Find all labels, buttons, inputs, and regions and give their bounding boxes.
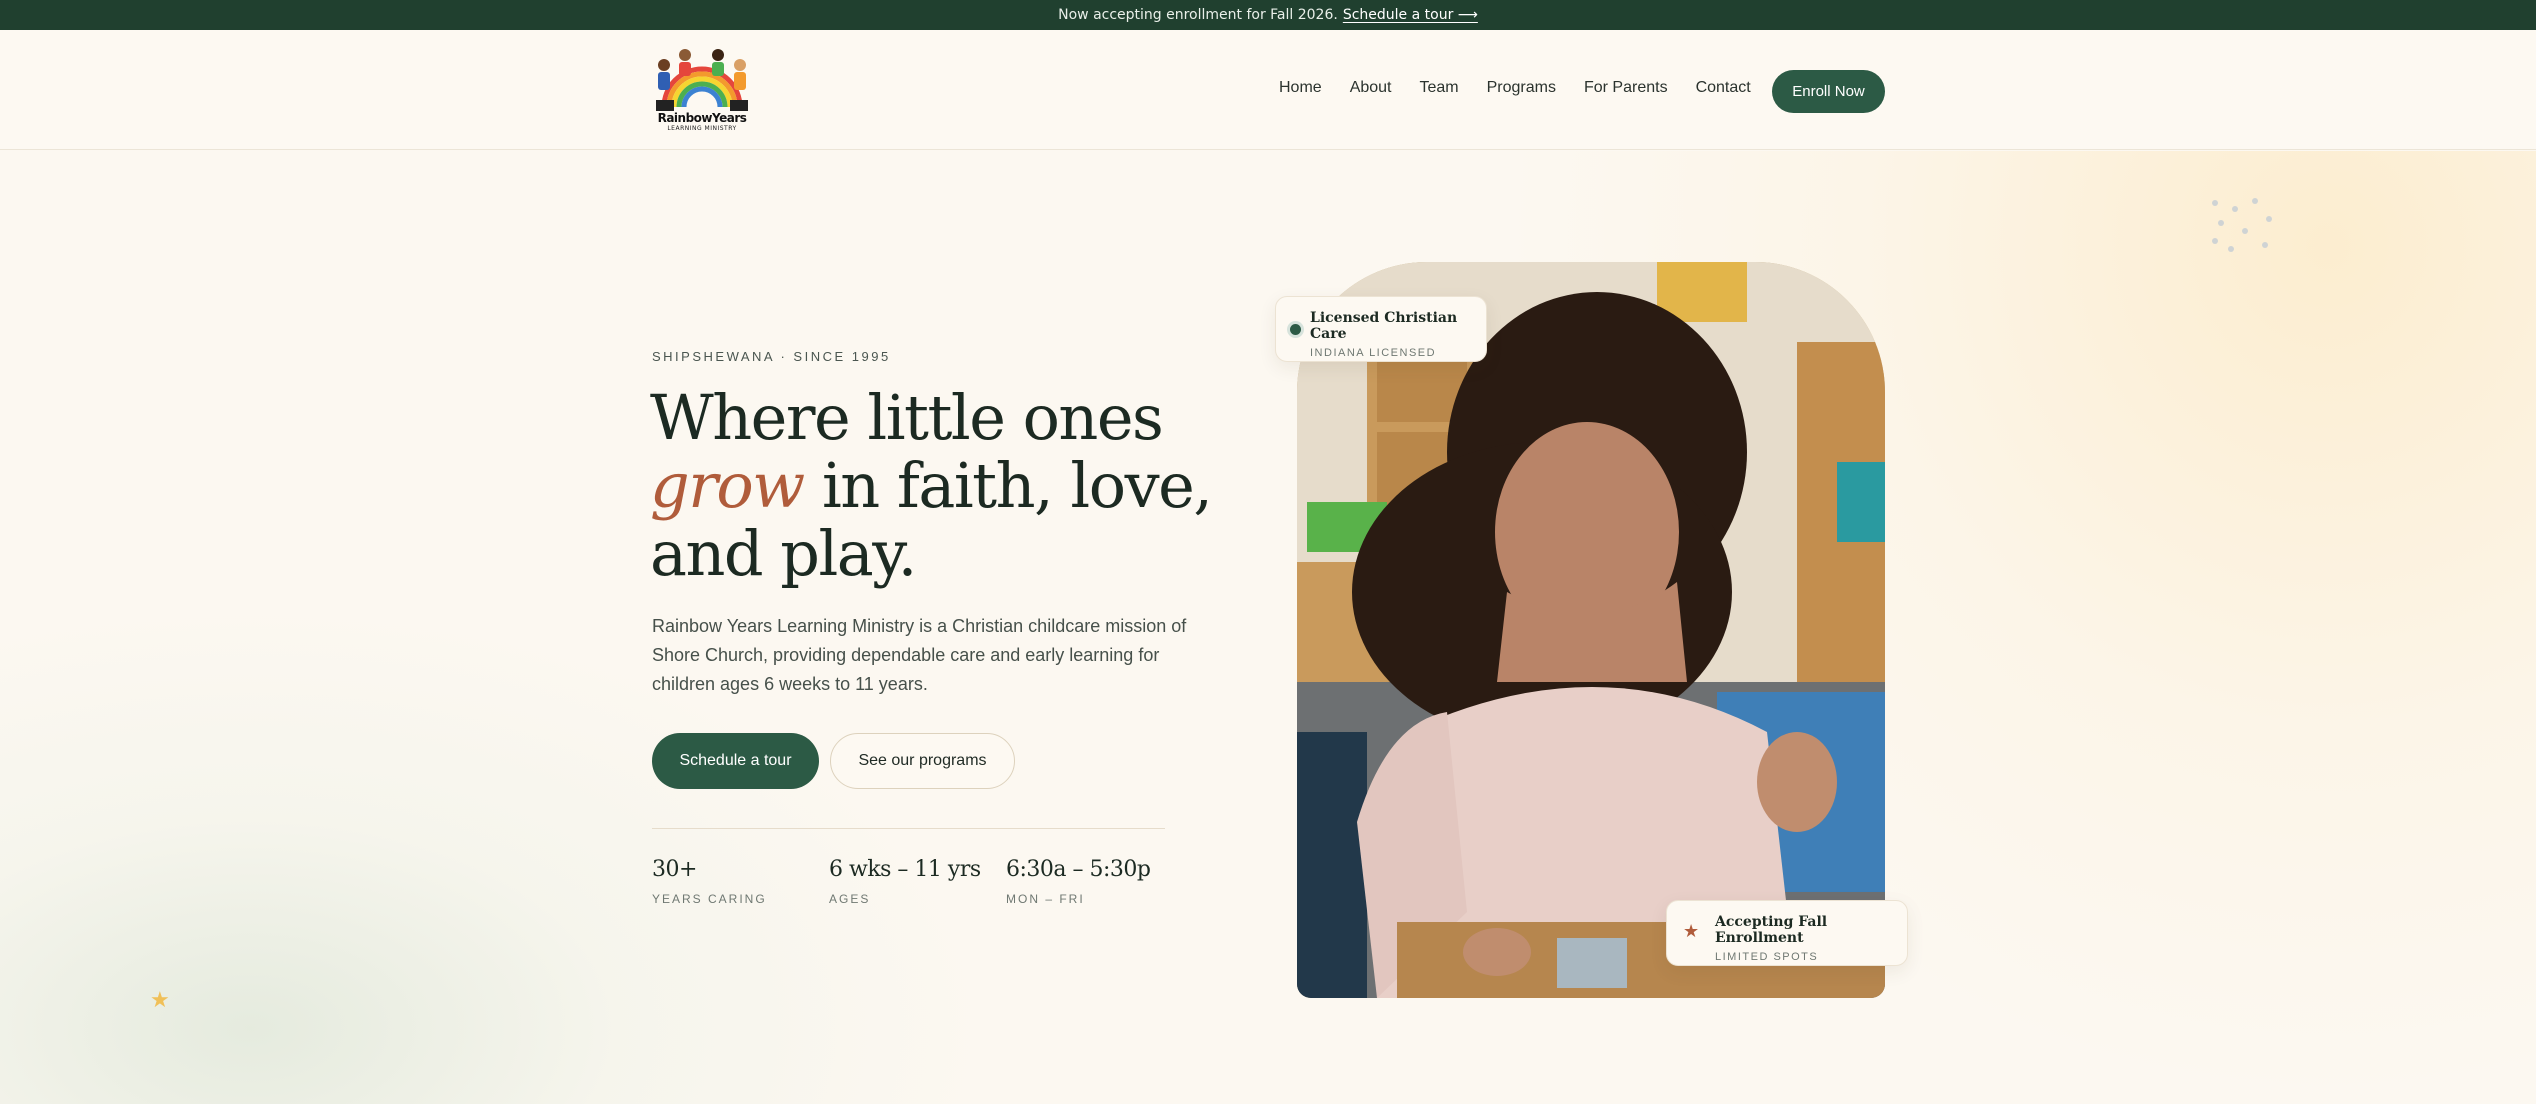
badge-title: Licensed Christian Care <box>1310 310 1458 342</box>
hero-description: Rainbow Years Learning Ministry is a Chr… <box>652 616 1187 694</box>
see-programs-button[interactable]: See our programs <box>830 733 1015 789</box>
licensed-care-badge: Licensed Christian Care INDIANA LICENSED <box>1275 296 1487 362</box>
stat-ages: 6 wks – 11 yrs AGES <box>829 857 981 906</box>
hero-headline: Where little ones grow in faith, love, a… <box>650 384 1290 588</box>
stat-value: 30+ <box>652 857 697 882</box>
nav-programs[interactable]: Programs <box>1487 79 1556 97</box>
announcement-schedule-link[interactable]: Schedule a tour ⟶ <box>1343 7 1478 23</box>
badge-title: Accepting Fall Enrollment <box>1715 914 1828 946</box>
rainbow-logo-icon <box>656 49 748 111</box>
stat-value: 6 wks – 11 yrs <box>829 857 981 882</box>
stats-divider <box>652 828 1165 829</box>
announcement-bar: Now accepting enrollment for Fall 2026. … <box>0 0 2536 30</box>
nav-contact[interactable]: Contact <box>1696 79 1751 97</box>
status-dot-icon <box>1290 324 1301 335</box>
stat-years: 30+ YEARS CARING <box>652 857 767 906</box>
badge-subtitle: LIMITED SPOTS <box>1715 951 1819 963</box>
headline-line-1: Where little ones <box>650 381 1164 454</box>
nav-home[interactable]: Home <box>1279 79 1322 97</box>
stat-label: YEARS CARING <box>652 892 767 906</box>
headline-accent: grow <box>650 449 805 522</box>
star-icon: ★ <box>1683 921 1700 942</box>
badge-subtitle: INDIANA LICENSED <box>1310 347 1437 359</box>
dot-cluster-icon <box>2208 194 2278 264</box>
logo[interactable]: RainbowYears LEARNING MINISTRY <box>652 45 752 135</box>
nav-for-parents[interactable]: For Parents <box>1584 79 1668 97</box>
fall-enrollment-badge: ★ Accepting Fall Enrollment LIMITED SPOT… <box>1666 900 1908 966</box>
schedule-tour-button[interactable]: Schedule a tour <box>652 733 819 789</box>
star-icon: ★ <box>150 988 170 1013</box>
stat-label: AGES <box>829 892 871 906</box>
nav-about[interactable]: About <box>1350 79 1392 97</box>
headline-line-3: and play. <box>650 517 917 590</box>
hero-photo <box>1297 262 1885 998</box>
stat-label: MON – FRI <box>1006 892 1085 906</box>
headline-line-2: in faith, love, <box>803 449 1213 522</box>
announcement-text: Now accepting enrollment for Fall 2026. <box>1058 7 1338 23</box>
logo-tagline: LEARNING MINISTRY <box>667 125 737 132</box>
main-nav: Home About Team Programs For Parents Con… <box>1279 79 1779 97</box>
child-playing-image <box>1297 262 1885 998</box>
stat-hours: 6:30a – 5:30p MON – FRI <box>1006 857 1151 906</box>
nav-team[interactable]: Team <box>1420 79 1459 97</box>
hero-eyebrow: SHIPSHEWANA · SINCE 1995 <box>652 349 891 364</box>
logo-wordmark: RainbowYears <box>657 111 747 125</box>
enroll-now-button[interactable]: Enroll Now <box>1772 70 1885 113</box>
stat-value: 6:30a – 5:30p <box>1006 857 1151 882</box>
site-header: RainbowYears LEARNING MINISTRY Home Abou… <box>0 30 2536 150</box>
